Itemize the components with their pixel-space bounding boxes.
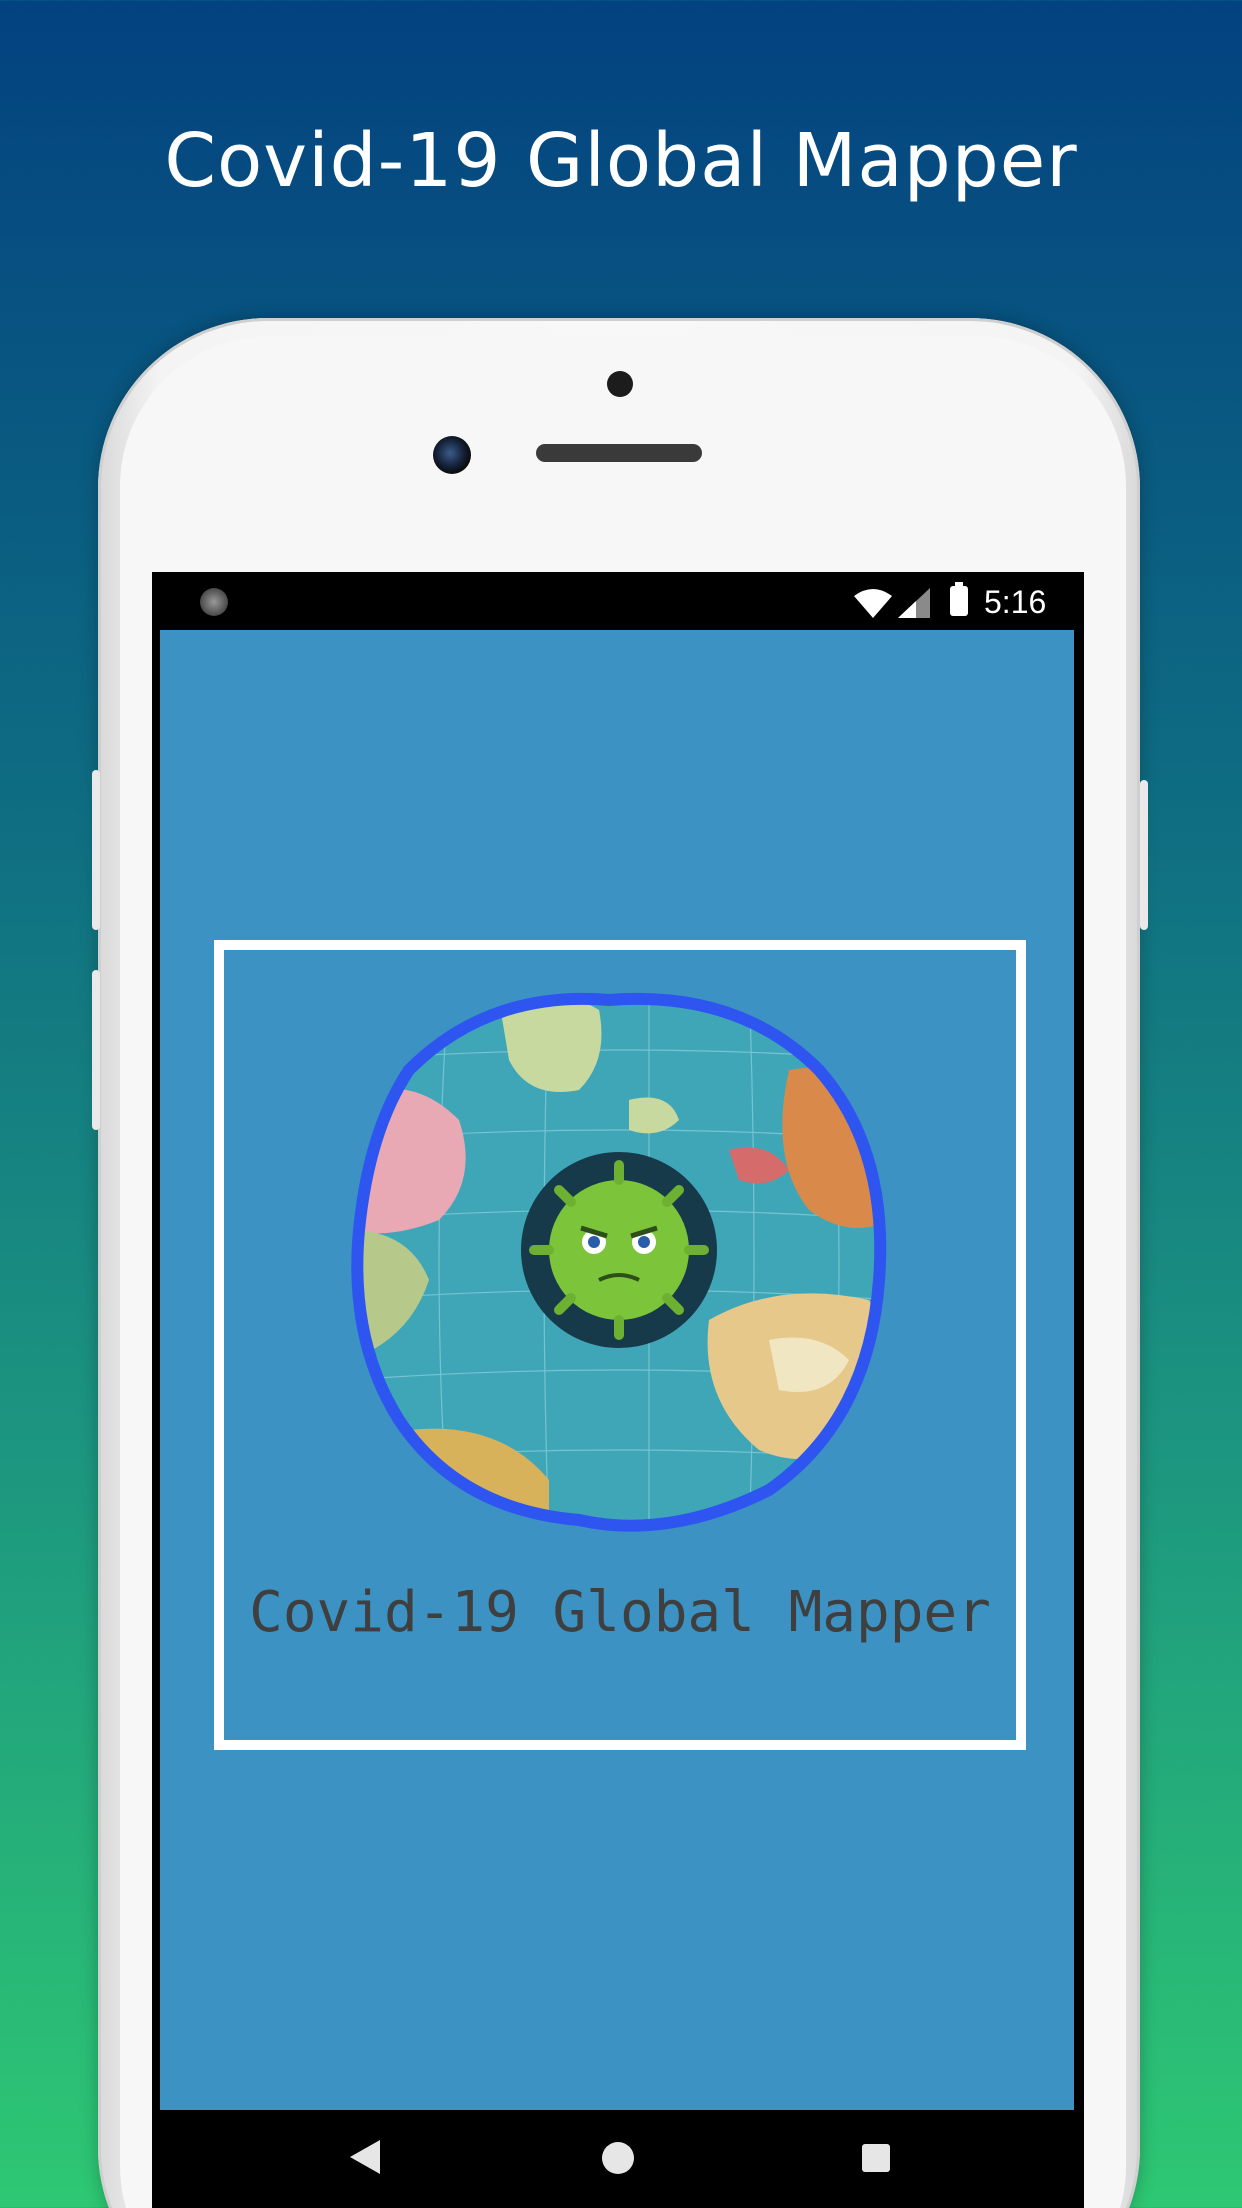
status-time: 5:16 [984, 584, 1047, 620]
recents-icon[interactable] [862, 2144, 890, 2172]
splash-logo-frame: Covid-19 Global Mapper [214, 940, 1026, 1750]
proximity-sensor [607, 371, 633, 397]
virus-icon [521, 1152, 717, 1348]
wifi-icon [854, 589, 892, 618]
notification-icon [200, 588, 228, 616]
phone-screen: 5:16 Covid-19 Global Mapper [152, 572, 1084, 2208]
earpiece-speaker [536, 444, 702, 462]
back-icon[interactable] [350, 2140, 382, 2174]
volume-down-button [92, 970, 100, 1130]
splash-screen: Covid-19 Global Mapper [160, 630, 1074, 2110]
power-button [1140, 780, 1148, 930]
promo-title: Covid-19 Global Mapper [164, 118, 1078, 204]
splash-title: Covid-19 Global Mapper [249, 1580, 991, 1645]
volume-up-button [92, 770, 100, 930]
battery-icon [950, 582, 968, 616]
globe-virus-logo [351, 992, 887, 1532]
home-icon[interactable] [602, 2142, 634, 2174]
signal-icon [898, 588, 930, 618]
navigation-bar [152, 2110, 1084, 2208]
status-bar: 5:16 [152, 572, 1084, 630]
front-camera [433, 436, 471, 474]
